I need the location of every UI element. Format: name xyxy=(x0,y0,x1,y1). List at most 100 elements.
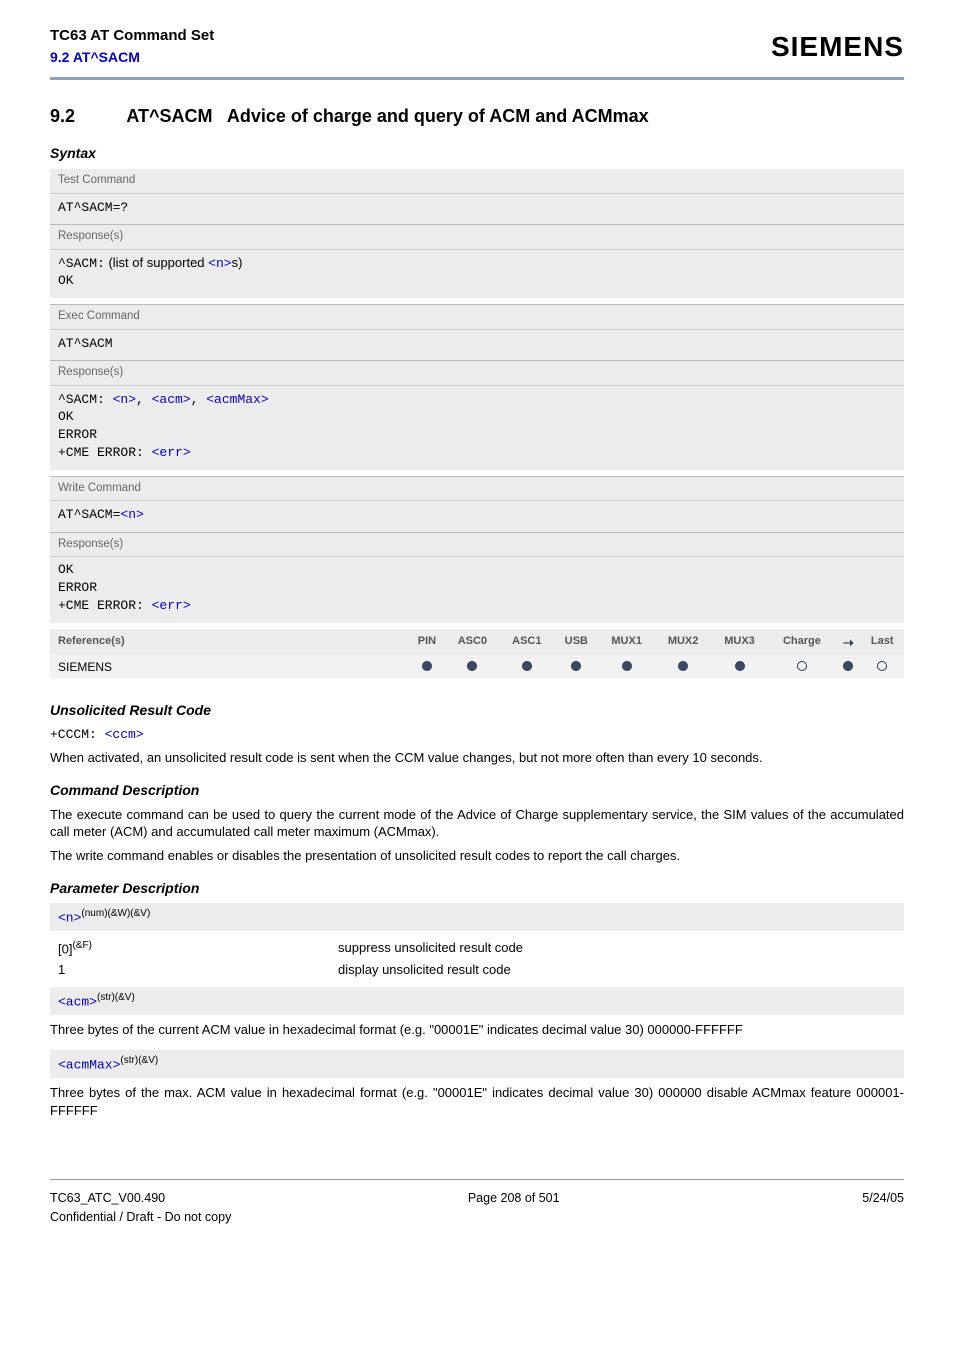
col-pin: PIN xyxy=(409,629,445,655)
n-param-link-2[interactable]: <n> xyxy=(113,392,136,407)
param-acmmax-row: <acmMax>(str)(&V) xyxy=(50,1050,904,1078)
syntax-heading: Syntax xyxy=(50,144,904,163)
exec-response-label: Response(s) xyxy=(50,360,904,386)
dot-pin xyxy=(422,661,432,671)
exec-error: ERROR xyxy=(58,426,896,444)
param-acmmax-desc: Three bytes of the max. ACM value in hex… xyxy=(50,1084,904,1119)
write-command-block: Write Command AT^SACM=<n> Response(s) OK… xyxy=(50,476,904,623)
product-name: TC63 AT Command Set xyxy=(50,26,214,46)
footer-doc: TC63_ATC_V00.490 xyxy=(50,1190,165,1207)
exec-command-label: Exec Command xyxy=(50,304,904,330)
footer-confidential: Confidential / Draft - Do not copy xyxy=(50,1209,904,1226)
dot-mux3 xyxy=(735,661,745,671)
col-charge: Charge xyxy=(768,629,836,655)
exec-cme-a: +CME ERROR: xyxy=(58,445,152,460)
cmddesc-p1: The execute command can be used to query… xyxy=(50,806,904,841)
param-n-v1-key: 1 xyxy=(58,961,338,979)
param-n-sup: (num)(&W)(&V) xyxy=(81,908,150,919)
param-acm-sup: (str)(&V) xyxy=(97,992,135,1003)
reference-source: SIEMENS xyxy=(50,655,409,679)
footer-date: 5/24/05 xyxy=(862,1190,904,1207)
test-response-label: Response(s) xyxy=(50,224,904,250)
page-header: TC63 AT Command Set 9.2 AT^SACM SIEMENS xyxy=(50,26,904,67)
section-title-desc: Advice of charge and query of ACM and AC… xyxy=(227,106,649,126)
param-n-name[interactable]: <n> xyxy=(58,911,81,926)
acm-param-link[interactable]: <acm> xyxy=(152,392,191,407)
cmddesc-heading: Command Description xyxy=(50,781,904,800)
dot-mux2 xyxy=(678,661,688,671)
param-n-values: [0](&F) suppress unsolicited result code… xyxy=(58,939,904,978)
footer-page: Page 208 of 501 xyxy=(468,1190,560,1207)
header-divider xyxy=(50,77,904,80)
test-response-line: ^SACM: (list of supported <n>s) xyxy=(58,254,896,273)
exec-command-block: Exec Command AT^SACM Response(s) ^SACM: … xyxy=(50,304,904,470)
write-error: ERROR xyxy=(58,579,896,597)
n-param-link[interactable]: <n> xyxy=(208,256,231,271)
test-resp-text-b: s) xyxy=(232,255,243,270)
param-acmmax-name[interactable]: <acmMax> xyxy=(58,1057,120,1072)
test-resp-prefix: ^SACM: xyxy=(58,256,105,271)
write-command-label: Write Command xyxy=(50,476,904,502)
exec-resp-prefix: ^SACM: xyxy=(58,392,113,407)
page-footer: TC63_ATC_V00.490 Page 208 of 501 5/24/05 xyxy=(50,1190,904,1207)
write-response-label: Response(s) xyxy=(50,532,904,558)
reference-table: Reference(s) PIN ASC0 ASC1 USB MUX1 MUX2… xyxy=(50,629,904,679)
param-n-row: <n>(num)(&W)(&V) xyxy=(50,903,904,931)
param-acm-name[interactable]: <acm> xyxy=(58,994,97,1009)
urc-heading: Unsolicited Result Code xyxy=(50,701,904,720)
dot-charge xyxy=(797,661,807,671)
col-last: Last xyxy=(860,629,904,655)
col-asc0: ASC0 xyxy=(445,629,499,655)
exec-c2: , xyxy=(191,392,207,407)
err-link[interactable]: <err> xyxy=(152,445,191,460)
err-link-2[interactable]: <err> xyxy=(152,598,191,613)
param-acm-row: <acm>(str)(&V) xyxy=(50,987,904,1015)
ccm-param-link[interactable]: <ccm> xyxy=(105,727,144,742)
param-n-v0-desc: suppress unsolicited result code xyxy=(338,939,523,958)
col-mux1: MUX1 xyxy=(598,629,654,655)
test-resp-text-a: (list of supported xyxy=(108,255,208,270)
param-n-v1-desc: display unsolicited result code xyxy=(338,961,511,979)
urc-code-a: +CCCM: xyxy=(50,727,105,742)
col-mux2: MUX2 xyxy=(655,629,711,655)
header-left: TC63 AT Command Set 9.2 AT^SACM xyxy=(50,26,214,67)
cmddesc-p2: The write command enables or disables th… xyxy=(50,847,904,865)
exec-command-cmd: AT^SACM xyxy=(58,336,113,351)
exec-response-line: ^SACM: <n>, <acm>, <acmMax> xyxy=(58,390,896,409)
footer-divider xyxy=(50,1179,904,1180)
airplane-icon: ➝ xyxy=(843,634,854,652)
urc-code: +CCCM: <ccm> xyxy=(50,726,904,744)
exec-c1: , xyxy=(136,392,152,407)
section-title-cmd: AT^SACM xyxy=(126,106,212,126)
param-n-v0-sup: (&F) xyxy=(72,940,91,951)
write-cmd-a: AT^SACM= xyxy=(58,507,120,522)
param-n-v0-key: [0](&F) xyxy=(58,939,338,958)
test-command-label: Test Command xyxy=(50,169,904,194)
param-acm-desc: Three bytes of the current ACM value in … xyxy=(50,1021,904,1039)
test-ok: OK xyxy=(58,272,896,290)
paramdesc-heading: Parameter Description xyxy=(50,879,904,898)
section-ref-link[interactable]: 9.2 AT^SACM xyxy=(50,49,140,65)
col-usb: USB xyxy=(554,629,598,655)
exec-ok: OK xyxy=(58,408,896,426)
dot-last xyxy=(877,661,887,671)
dot-asc1 xyxy=(522,661,532,671)
n-param-link-3[interactable]: <n> xyxy=(120,507,143,522)
col-asc1: ASC1 xyxy=(500,629,554,655)
urc-para: When activated, an unsolicited result co… xyxy=(50,749,904,767)
reference-label: Reference(s) xyxy=(50,629,409,655)
param-acmmax-sup: (str)(&V) xyxy=(120,1055,158,1066)
reference-body-row: SIEMENS xyxy=(50,655,904,679)
write-ok: OK xyxy=(58,561,896,579)
test-command-block: Test Command AT^SACM=? Response(s) ^SACM… xyxy=(50,169,904,298)
section-title: 9.2 AT^SACM Advice of charge and query o… xyxy=(50,104,904,128)
reference-header-row: Reference(s) PIN ASC0 ASC1 USB MUX1 MUX2… xyxy=(50,629,904,655)
acmmax-param-link[interactable]: <acmMax> xyxy=(206,392,268,407)
col-mux3: MUX3 xyxy=(711,629,767,655)
write-cme-a: +CME ERROR: xyxy=(58,598,152,613)
section-number: 9.2 xyxy=(50,104,122,128)
siemens-logo: SIEMENS xyxy=(771,28,904,66)
dot-mux1 xyxy=(622,661,632,671)
dot-airplane xyxy=(843,661,853,671)
dot-asc0 xyxy=(467,661,477,671)
